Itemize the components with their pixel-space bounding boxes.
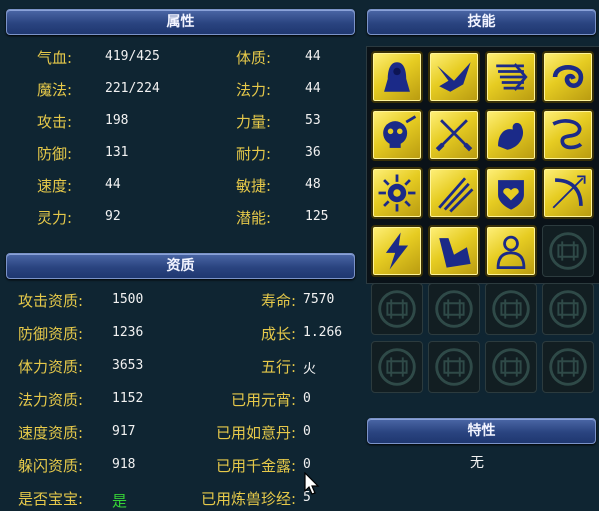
skull-icon[interactable] xyxy=(371,109,423,161)
empty-skill-slot-icon xyxy=(485,283,537,335)
heart-shield-icon[interactable] xyxy=(485,167,537,219)
attr-value: 44 xyxy=(305,49,321,64)
empty-skill-slot-icon xyxy=(542,341,594,393)
hooded-figure-icon[interactable] xyxy=(371,51,423,103)
dragon-icon[interactable] xyxy=(542,109,594,161)
empty-skill-slot-icon xyxy=(428,341,480,393)
eagle-icon[interactable] xyxy=(428,51,480,103)
attr-label: 魔法: xyxy=(37,81,73,99)
attributes-header: 属性 xyxy=(6,9,355,35)
skill-grid xyxy=(366,46,599,393)
attr-label: 法力: xyxy=(236,81,272,99)
attr-label: 敏捷: xyxy=(236,177,272,195)
aptitude-label: 速度资质: xyxy=(18,424,84,442)
aptitude-value: 1152 xyxy=(112,391,144,406)
empty-skill-slot-icon xyxy=(371,341,423,393)
aptitude-value: 0 xyxy=(303,391,311,406)
aptitude-label: 是否宝宝: xyxy=(18,490,84,508)
sun-emblem-icon[interactable] xyxy=(371,167,423,219)
aptitude-label: 攻击资质: xyxy=(18,292,84,310)
attr-value: 221/224 xyxy=(105,81,160,96)
mouse-cursor-icon xyxy=(304,471,320,500)
speed-lines-icon[interactable] xyxy=(485,51,537,103)
attr-label: 防御: xyxy=(37,145,73,163)
flexing-arm-icon[interactable] xyxy=(485,109,537,161)
aptitude-value: 0 xyxy=(303,457,311,472)
aptitude-label: 寿命: xyxy=(260,292,296,310)
aptitude-label: 体力资质: xyxy=(18,358,84,376)
claw-slash-icon[interactable] xyxy=(428,167,480,219)
attr-label: 灵力: xyxy=(37,209,73,227)
aptitude-value: 是 xyxy=(112,492,128,510)
attr-value: 125 xyxy=(305,209,329,224)
aptitude-label: 已用如意丹: xyxy=(215,424,296,442)
serpent-icon[interactable] xyxy=(542,51,594,103)
aptitude-value: 0 xyxy=(303,424,311,439)
aptitude-value: 918 xyxy=(112,457,136,472)
attr-label: 体质: xyxy=(236,49,272,67)
aptitude-header: 资质 xyxy=(6,253,355,279)
aptitude-label: 法力资质: xyxy=(18,391,84,409)
aptitude-label: 成长: xyxy=(260,325,296,343)
attr-value: 44 xyxy=(305,81,321,96)
empty-skill-slot-icon xyxy=(428,283,480,335)
aptitude-value: 1236 xyxy=(112,325,144,340)
attr-value: 36 xyxy=(305,145,321,160)
attr-value: 419/425 xyxy=(105,49,160,64)
aptitude-label: 防御资质: xyxy=(18,325,84,343)
attr-label: 速度: xyxy=(37,177,73,195)
aptitude-value: 火 xyxy=(303,362,317,377)
lightning-icon[interactable] xyxy=(371,225,423,277)
empty-skill-slot-icon xyxy=(542,283,594,335)
aptitude-label: 已用炼兽珍经: xyxy=(200,490,296,508)
aptitude-label: 五行: xyxy=(260,358,296,376)
aptitude-value: 7570 xyxy=(303,292,335,307)
attr-label: 潜能: xyxy=(236,209,272,227)
aptitude-value: 917 xyxy=(112,424,136,439)
aptitude-value: 1.266 xyxy=(303,325,343,340)
attr-label: 耐力: xyxy=(236,145,272,163)
empty-skill-slot-icon xyxy=(542,225,594,277)
attr-value: 44 xyxy=(105,177,121,192)
empty-skill-slot-icon xyxy=(371,283,423,335)
aptitude-value: 1500 xyxy=(112,292,144,307)
attr-label: 力量: xyxy=(236,113,272,131)
attr-label: 攻击: xyxy=(37,113,73,131)
trait-value: 无 xyxy=(470,455,484,471)
attr-value: 92 xyxy=(105,209,121,224)
aptitude-label: 已用千金露: xyxy=(215,457,296,475)
bow-arrow-icon[interactable] xyxy=(542,167,594,219)
aptitude-label: 已用元宵: xyxy=(230,391,296,409)
crossed-swords-icon[interactable] xyxy=(428,109,480,161)
attr-label: 气血: xyxy=(37,49,73,67)
attr-value: 131 xyxy=(105,145,129,160)
empty-skill-slot-icon xyxy=(485,341,537,393)
aptitude-value: 3653 xyxy=(112,358,144,373)
skills-header: 技能 xyxy=(367,9,596,35)
traits-header: 特性 xyxy=(367,418,596,444)
meditating-monk-icon[interactable] xyxy=(485,225,537,277)
strong-arm-icon[interactable] xyxy=(428,225,480,277)
attr-value: 48 xyxy=(305,177,321,192)
attr-value: 198 xyxy=(105,113,129,128)
attr-value: 53 xyxy=(305,113,321,128)
aptitude-label: 躲闪资质: xyxy=(18,457,84,475)
